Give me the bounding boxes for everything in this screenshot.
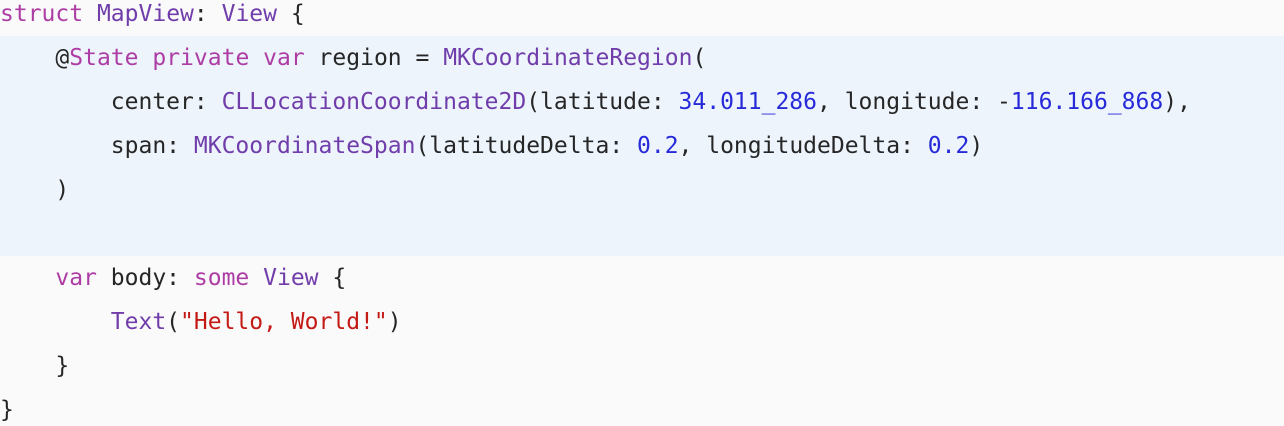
region-decl: region = <box>304 45 444 71</box>
keyword-some: some <box>193 265 250 291</box>
center-label: center: <box>110 89 222 115</box>
type-view: View <box>263 265 319 291</box>
colon: : <box>193 1 222 27</box>
latitude-delta-value: 0.2 <box>637 133 679 159</box>
latitude-value: 34.011_286 <box>678 89 818 115</box>
longitude-delta-value: 0.2 <box>927 133 970 159</box>
struct-name: MapView <box>96 1 194 27</box>
string-literal: "Hello, World!" <box>180 309 388 335</box>
keyword-var: var <box>55 265 97 291</box>
code-lines: struct MapView: View { @State private va… <box>0 0 1284 426</box>
close-paren: ) <box>55 177 70 203</box>
body-decl: body: <box>96 265 194 291</box>
code-line-10: } <box>0 396 1284 426</box>
type-text: Text <box>110 309 167 335</box>
minus-sign: - <box>997 89 1011 115</box>
keyword-private: private <box>152 45 250 71</box>
close-brace: } <box>55 353 70 379</box>
keyword-struct: struct <box>0 1 84 27</box>
type-view: View <box>221 1 277 27</box>
close-brace: } <box>0 397 14 423</box>
code-line-9: } <box>0 352 1284 396</box>
code-line-7: var body: some View { <box>0 264 1284 308</box>
open-paren: ( <box>692 45 707 71</box>
type-mkcoordinateregion: MKCoordinateRegion <box>443 45 693 71</box>
longitude-label: , longitude: <box>817 89 998 115</box>
type-cllocationcoordinate2d: CLLocationCoordinate2D <box>221 89 527 115</box>
code-line-4: span: MKCoordinateSpan(latitudeDelta: 0.… <box>0 132 1284 176</box>
open-brace: { <box>318 265 347 291</box>
attribute-state: State <box>69 45 139 71</box>
latitude-label: (latitude: <box>526 89 679 115</box>
code-line-1: struct MapView: View { <box>0 0 1284 44</box>
span-label: span: <box>110 133 194 159</box>
code-line-8: Text("Hello, World!") <box>0 308 1284 352</box>
code-editor[interactable]: struct MapView: View { @State private va… <box>0 0 1284 426</box>
open-brace: { <box>276 1 305 27</box>
close-paren: ) <box>969 133 984 159</box>
latitude-delta-label: (latitudeDelta: <box>415 133 637 159</box>
at-sign: @ <box>55 45 70 71</box>
close-paren: ) <box>387 309 402 335</box>
close-paren-comma: ), <box>1163 89 1191 115</box>
text-space <box>83 1 97 27</box>
code-line-2: @State private var region = MKCoordinate… <box>0 44 1284 88</box>
keyword-var: var <box>263 45 305 71</box>
longitude-value: 116.166_868 <box>1010 89 1164 115</box>
open-paren: ( <box>166 309 181 335</box>
code-line-5: ) <box>0 176 1284 220</box>
type-mkcoordinatespan: MKCoordinateSpan <box>193 133 416 159</box>
longitude-delta-label: , longitudeDelta: <box>678 133 928 159</box>
code-line-3: center: CLLocationCoordinate2D(latitude:… <box>0 88 1284 132</box>
